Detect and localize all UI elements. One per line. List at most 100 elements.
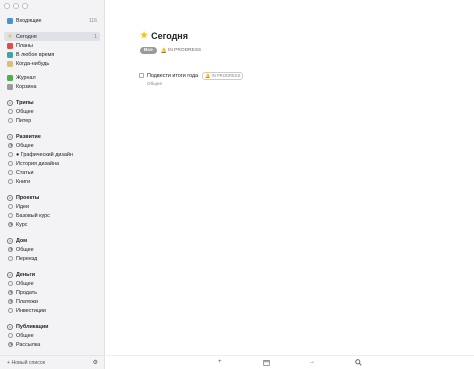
sidebar-item-label: Переезд bbox=[16, 255, 38, 262]
area-circle-icon bbox=[7, 237, 13, 244]
sidebar-item-log[interactable]: Корзина bbox=[4, 82, 100, 91]
area-icon bbox=[7, 194, 13, 201]
filter-chip-tag[interactable]: 🔔 IN PRODRESS bbox=[161, 48, 201, 54]
progress-pie-icon bbox=[7, 143, 13, 148]
project-icon bbox=[7, 256, 13, 262]
sidebar-area-header[interactable]: Деньги bbox=[4, 270, 100, 279]
sidebar-area-title: Проекты bbox=[16, 194, 40, 201]
tag-filter: Все 🔔 IN PRODRESS bbox=[140, 47, 201, 54]
sidebar-item-project[interactable]: Продать bbox=[4, 288, 100, 297]
filter-chip-all[interactable]: Все bbox=[140, 47, 157, 54]
sidebar-item-project[interactable]: История дизайна bbox=[4, 159, 100, 168]
project-icon bbox=[7, 118, 13, 124]
sidebar-item-project[interactable]: Общее bbox=[4, 279, 100, 288]
sidebar-item-inbox[interactable]: Входящие 116 bbox=[4, 16, 100, 25]
sidebar-item-icon-wrap bbox=[7, 74, 13, 81]
sidebar-item-icon-wrap bbox=[7, 42, 13, 49]
sidebar-item-label: Общее bbox=[16, 246, 34, 253]
sidebar-item-label: Сегодня bbox=[16, 33, 37, 40]
calendar-icon[interactable] bbox=[263, 359, 270, 369]
sidebar-item-project[interactable]: Общее bbox=[4, 107, 100, 116]
sidebar-item-label: Общее bbox=[16, 142, 34, 149]
area-icon bbox=[7, 99, 13, 106]
sidebar-item-project[interactable]: Идеи bbox=[4, 202, 100, 211]
sidebar-area-title: Развитие bbox=[16, 133, 41, 140]
sidebar-item-label: Входящие bbox=[16, 17, 42, 24]
project-icon bbox=[7, 281, 13, 287]
sidebar-item-project[interactable]: Общее bbox=[4, 331, 100, 340]
sidebar-item-project[interactable]: Общее bbox=[4, 245, 100, 254]
project-circle-icon bbox=[7, 179, 13, 184]
sidebar-item-project[interactable]: Переезд bbox=[4, 254, 100, 263]
trash-icon bbox=[7, 83, 13, 90]
sidebar-item-label: Статьи bbox=[16, 169, 34, 176]
project-icon bbox=[7, 170, 13, 176]
sidebar-area-header[interactable]: Публикации bbox=[4, 322, 100, 331]
project-icon bbox=[7, 204, 13, 210]
sidebar-item-project[interactable]: Книги bbox=[4, 177, 100, 186]
project-circle-icon bbox=[7, 213, 13, 218]
project-icon bbox=[7, 308, 13, 314]
project-icon bbox=[7, 143, 13, 149]
sidebar-item-smart[interactable]: Планы bbox=[4, 41, 100, 50]
settings-sliders-icon[interactable]: ⚙ bbox=[93, 359, 98, 366]
sidebar-item-icon-wrap: ★ bbox=[7, 34, 13, 40]
star-icon: ★ bbox=[140, 30, 149, 40]
filter-chip-tag-label: IN PRODRESS bbox=[168, 48, 202, 53]
sidebar-area-header[interactable]: Развитие bbox=[4, 132, 100, 141]
area-icon bbox=[7, 133, 13, 140]
sidebar-item-project[interactable]: Общее bbox=[4, 141, 100, 150]
sidebar-item-project[interactable]: Рассылка bbox=[4, 340, 100, 349]
zoom-window-button[interactable] bbox=[22, 3, 28, 9]
project-circle-icon bbox=[7, 109, 13, 114]
project-icon bbox=[7, 161, 13, 167]
new-list-button[interactable]: + Новый список bbox=[7, 360, 45, 366]
sidebar-area-title: Дом bbox=[16, 237, 28, 244]
inbox-icon bbox=[7, 17, 13, 24]
sidebar-item-project[interactable]: Инвестиции bbox=[4, 306, 100, 315]
sidebar-area-title: Трипы bbox=[16, 99, 34, 106]
minimize-window-button[interactable] bbox=[13, 3, 19, 9]
search-icon[interactable] bbox=[355, 359, 362, 369]
sidebar-item-icon-wrap bbox=[7, 51, 13, 58]
sidebar-item-count: 1 bbox=[94, 33, 97, 40]
project-circle-icon bbox=[7, 308, 13, 313]
area-circle-icon bbox=[7, 194, 13, 201]
sidebar-item-project[interactable]: Питер bbox=[4, 116, 100, 125]
move-button[interactable]: → bbox=[309, 359, 315, 366]
sidebar-item-project[interactable]: ● Графический дизайн bbox=[4, 150, 100, 159]
sidebar-nav: Входящие 116 ★ Сегодня 1 Планы В любое время… bbox=[4, 16, 100, 349]
close-window-button[interactable] bbox=[4, 3, 10, 9]
sidebar-item-label: Идеи bbox=[16, 203, 30, 210]
sidebar-item-project[interactable]: Базовый курс bbox=[4, 211, 100, 220]
add-task-button[interactable]: + bbox=[218, 359, 222, 366]
project-circle-icon bbox=[7, 204, 13, 209]
area-circle-icon bbox=[7, 271, 13, 278]
progress-pie-icon bbox=[7, 290, 13, 295]
sidebar-item-smart[interactable]: ★ Сегодня 1 bbox=[4, 32, 100, 41]
project-circle-icon bbox=[7, 161, 13, 166]
sidebar-item-label: Инвестиции bbox=[16, 307, 46, 314]
sidebar-item-label: Курс bbox=[16, 221, 28, 228]
sidebar-item-count: 116 bbox=[89, 17, 97, 24]
sidebar-area-header[interactable]: Дом bbox=[4, 236, 100, 245]
project-icon bbox=[7, 290, 13, 296]
sidebar-item-smart[interactable]: Когда-нибудь bbox=[4, 59, 100, 68]
progress-pie-icon bbox=[7, 342, 13, 347]
sidebar-area-title: Публикации bbox=[16, 323, 49, 330]
project-icon bbox=[7, 247, 13, 253]
sidebar-area-header[interactable]: Трипы bbox=[4, 98, 100, 107]
task-tag-label: IN PRODRESS bbox=[211, 73, 241, 78]
sidebar-item-smart[interactable]: В любое время bbox=[4, 50, 100, 59]
sidebar-item-log[interactable]: Журнал bbox=[4, 73, 100, 82]
sidebar-item-label: История дизайна bbox=[16, 160, 60, 167]
sidebar-item-project[interactable]: Платежи bbox=[4, 297, 100, 306]
sidebar-item-project[interactable]: Курс bbox=[4, 220, 100, 229]
task-checkbox[interactable] bbox=[139, 73, 144, 78]
sidebar-item-icon-wrap bbox=[7, 83, 13, 90]
task-row[interactable]: Подвести итоги года 🔔 IN PRODRESS Общее bbox=[139, 72, 244, 86]
sidebar-area-header[interactable]: Проекты bbox=[4, 193, 100, 202]
area-circle-icon bbox=[7, 323, 13, 330]
sidebar-item-project[interactable]: Статьи bbox=[4, 168, 100, 177]
project-circle-icon bbox=[7, 118, 13, 123]
